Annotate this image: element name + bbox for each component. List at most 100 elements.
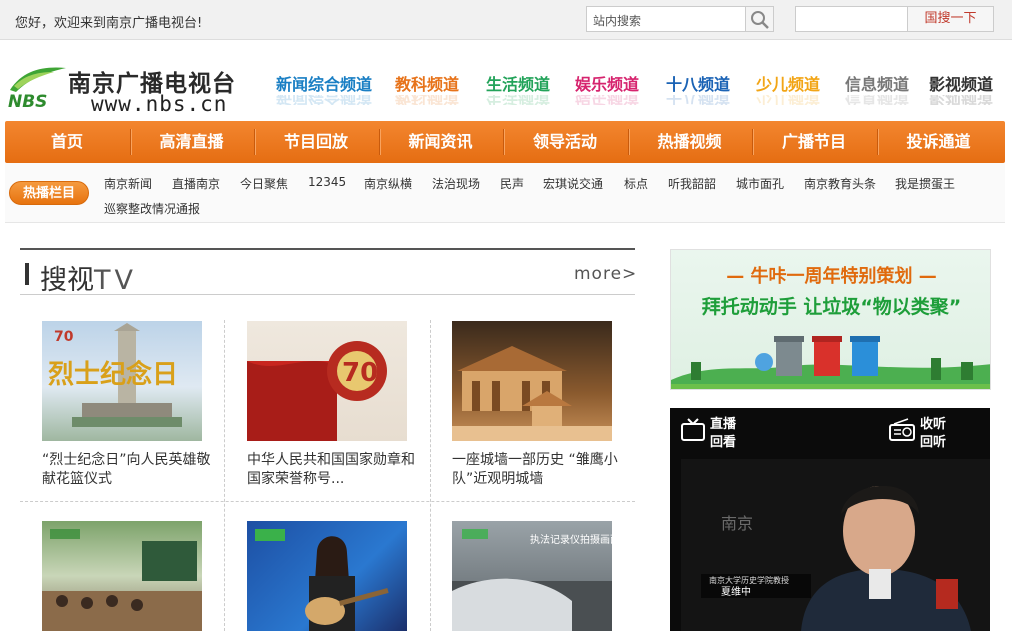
nav-separator: [503, 129, 504, 155]
screen-name: 夏维中: [721, 585, 751, 598]
guosou-input[interactable]: [795, 6, 908, 32]
live-listen-link[interactable]: 收听 回听: [920, 416, 946, 452]
banner-subtitle: 拜托动动手 让垃圾“物以类聚”: [701, 296, 962, 318]
hot-column-link[interactable]: 今日聚焦: [240, 175, 288, 192]
video-thumbnail[interactable]: 执法记录仪拍摄画面: [452, 521, 612, 631]
live-watch-link[interactable]: 直播 回看: [710, 416, 736, 452]
grid-divider: [20, 501, 635, 502]
nav-item[interactable]: 广播节目: [752, 121, 876, 163]
hot-column-link[interactable]: 法治现场: [432, 175, 480, 192]
nav-item[interactable]: 高清直播: [130, 121, 254, 163]
banner-title: — 牛咔一周年特别策划 —: [726, 266, 937, 287]
recycle-bins-illustration: [671, 336, 990, 389]
classroom-image: [42, 529, 202, 631]
hot-column-link[interactable]: 12345: [308, 175, 346, 189]
hot-column-link[interactable]: 民声: [500, 175, 524, 192]
zhibo-label: 直播: [710, 417, 737, 432]
logo-abbr: NBS: [8, 92, 48, 112]
video-caption[interactable]: “烈士纪念日”向人民英雄敬献花篮仪式: [42, 451, 217, 489]
site-search-input[interactable]: 站内搜索: [586, 6, 746, 32]
video-thumbnail[interactable]: [42, 521, 202, 631]
nav-item[interactable]: 热播视频: [628, 121, 752, 163]
hot-column-link[interactable]: 标点: [624, 175, 648, 192]
main-nav: 首页 高清直播 节目回放 新闻资讯 领导活动 热播视频 广播节目 投诉通道: [5, 121, 1005, 163]
channel-link[interactable]: 教科频道 教科频道: [395, 71, 459, 105]
hot-column-link[interactable]: 巡察整改情况通报: [104, 200, 200, 217]
grid-divider: [430, 320, 431, 631]
hot-column-link[interactable]: 南京纵横: [364, 175, 412, 192]
nav-separator: [254, 129, 255, 155]
nav-separator: [378, 129, 380, 155]
nav-item[interactable]: 节目回放: [254, 121, 378, 163]
section-divider: [20, 248, 635, 250]
radio-icon[interactable]: [888, 418, 916, 442]
huikan-label: 回看: [710, 435, 737, 450]
guosou-button[interactable]: 国搜一下: [908, 6, 994, 32]
channel-link[interactable]: 娱乐频道 娱乐频道: [575, 71, 639, 105]
channel-link[interactable]: 生活频道 生活频道: [486, 71, 550, 105]
channel-label-reflection: 信息频道: [845, 95, 910, 105]
live-video-screen[interactable]: 南京 南京大学历史学院教授 夏维中: [681, 459, 990, 631]
nav-separator: [752, 129, 753, 155]
channel-link[interactable]: 新闻综合频道 新闻综合频道: [276, 71, 372, 105]
video-thumbnail[interactable]: 70 烈士纪念日: [42, 321, 202, 441]
tv-icon[interactable]: [680, 418, 706, 442]
channel-label: 娱乐频道: [575, 75, 640, 94]
channel-link[interactable]: 信息频道 信息频道: [845, 71, 909, 105]
nav-item[interactable]: 领导活动: [503, 121, 627, 163]
channel-label-reflection: 十八频道: [666, 95, 731, 105]
section-marker: [25, 263, 29, 285]
welcome-text: 您好，欢迎来到南京广播电视台!: [15, 16, 203, 31]
search-button[interactable]: [746, 6, 774, 32]
logo-url: www.nbs.cn: [91, 92, 228, 116]
more-link[interactable]: more>: [574, 264, 637, 284]
nav-item[interactable]: 新闻资讯: [379, 121, 503, 163]
hot-column-link[interactable]: 南京新闻: [104, 175, 152, 192]
channel-label-reflection: 娱乐频道: [575, 95, 640, 105]
channel-link[interactable]: 影视频道 影视频道: [929, 71, 993, 105]
traffic-camera-image: 执法记录仪拍摄画面: [452, 529, 612, 631]
promo-banner[interactable]: — 牛咔一周年特别策划 — 拜托动动手 让垃圾“物以类聚”: [670, 249, 991, 390]
video-caption[interactable]: 一座城墙一部历史 “雏鹰小队”近观明城墙: [452, 451, 627, 489]
logo-swoosh-icon: [10, 67, 66, 92]
channel-label: 影视频道: [929, 75, 994, 94]
hot-column-link[interactable]: 听我韶韶: [668, 175, 716, 192]
nav-item[interactable]: 投诉通道: [877, 121, 1001, 163]
hot-column-link[interactable]: 城市面孔: [736, 175, 784, 192]
search-icon: [751, 11, 769, 29]
section-title-text: 搜视: [40, 265, 94, 296]
interviewee-image: 南京 南京大学历史学院教授 夏维中: [681, 459, 990, 631]
huiting-label: 回听: [920, 435, 947, 450]
hot-column-link[interactable]: 南京教育头条: [804, 175, 876, 192]
video-caption[interactable]: 中华人民共和国国家勋章和国家荣誉称号...: [247, 451, 422, 489]
section-divider: [20, 294, 635, 295]
hot-column-link[interactable]: 直播南京: [172, 175, 220, 192]
nav-separator: [129, 129, 131, 155]
guitar-singer-image: [255, 529, 389, 631]
nav-item[interactable]: 首页: [5, 121, 129, 163]
channel-link[interactable]: 十八频道 十八频道: [666, 71, 730, 105]
screen-watermark: 南京: [721, 514, 753, 533]
channel-label-reflection: 少儿频道: [756, 95, 821, 105]
site-logo[interactable]: NBS 南京广播电视台 www.nbs.cn: [8, 64, 258, 118]
section-title-suffix: TV: [94, 265, 137, 296]
hot-column-link[interactable]: 我是掼蛋王: [895, 175, 955, 192]
video-thumbnail[interactable]: [452, 321, 612, 441]
channel-label-reflection: 影视频道: [929, 95, 994, 105]
svg-text:70: 70: [54, 329, 74, 345]
hot-column-link[interactable]: 宏琪说交通: [543, 175, 603, 192]
video-thumbnail[interactable]: [247, 521, 407, 631]
hot-columns-bar: 热播栏目 南京新闻 直播南京 今日聚焦 12345 南京纵横 法治现场 民声 宏琪说交通 标点 听…: [5, 163, 1005, 223]
channel-label-reflection: 教科频道: [395, 95, 460, 105]
channel-label: 教科频道: [395, 75, 460, 94]
screen-caption: 南京大学历史学院教授: [709, 575, 789, 585]
channel-link[interactable]: 少儿频道 少儿频道: [756, 71, 820, 105]
video-thumbnail[interactable]: 70: [247, 321, 407, 441]
channel-label: 十八频道: [666, 75, 731, 94]
shouting-label: 收听: [920, 417, 947, 432]
channel-label-reflection: 生活频道: [486, 95, 551, 105]
hot-columns-badge: 热播栏目: [9, 181, 89, 205]
monument-image: 70 烈士纪念日: [48, 323, 182, 427]
channel-label: 新闻综合频道: [276, 75, 373, 94]
nav-separator: [876, 129, 878, 155]
